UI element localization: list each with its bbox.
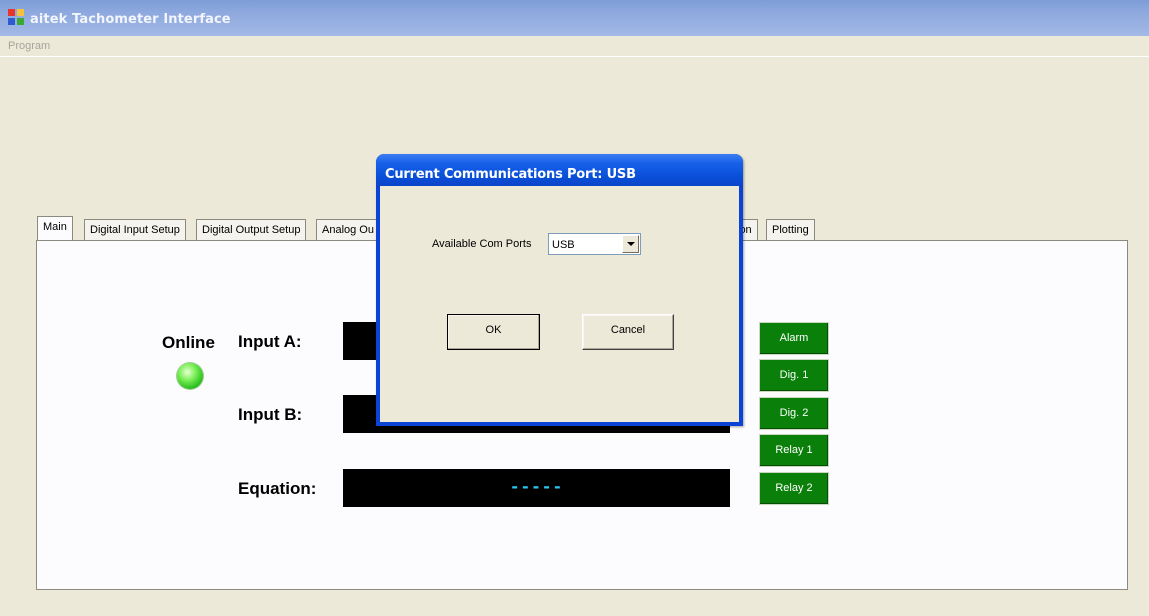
dialog-title: Current Communications Port: USB xyxy=(385,167,636,182)
online-label: Online xyxy=(162,333,215,352)
tab-plotting[interactable]: Plotting xyxy=(766,219,815,241)
app-window-icon xyxy=(8,9,24,25)
dig-1-indicator[interactable]: Dig. 1 xyxy=(759,359,829,392)
com-ports-label: Available Com Ports xyxy=(432,238,532,250)
dialog-body: Available Com Ports USB OK Cancel xyxy=(380,186,739,422)
alarm-indicator[interactable]: Alarm xyxy=(759,322,829,355)
equation-value: ----- xyxy=(509,477,564,496)
com-port-select[interactable]: USB xyxy=(548,233,641,255)
relay-1-indicator[interactable]: Relay 1 xyxy=(759,434,829,467)
tab-digital-input-setup[interactable]: Digital Input Setup xyxy=(84,219,186,241)
menu-bar: Program xyxy=(0,36,1149,56)
com-port-value: USB xyxy=(552,239,575,251)
ok-button[interactable]: OK xyxy=(447,314,540,350)
input-a-label: Input A: xyxy=(238,332,302,351)
chevron-down-icon xyxy=(627,242,635,246)
equation-label: Equation: xyxy=(238,479,317,498)
input-b-label: Input B: xyxy=(238,405,303,424)
tab-main[interactable]: Main xyxy=(37,216,73,240)
menu-item-program[interactable]: Program xyxy=(8,40,50,52)
tab-analog-output[interactable]: Analog Ou xyxy=(316,219,380,241)
window-title: aitek Tachometer Interface xyxy=(30,12,231,27)
menu-separator xyxy=(0,56,1149,57)
relay-2-indicator[interactable]: Relay 2 xyxy=(759,472,829,505)
dropdown-button[interactable] xyxy=(622,235,639,253)
equation-display: ----- xyxy=(343,469,730,507)
green-status-led xyxy=(177,363,203,389)
window-title-bar[interactable]: aitek Tachometer Interface xyxy=(0,0,1149,36)
com-port-dialog: Current Communications Port: USB Availab… xyxy=(376,154,743,426)
dialog-title-bar[interactable]: Current Communications Port: USB xyxy=(376,154,743,186)
tab-digital-output-setup[interactable]: Digital Output Setup xyxy=(196,219,307,241)
dig-2-indicator[interactable]: Dig. 2 xyxy=(759,397,829,430)
cancel-button[interactable]: Cancel xyxy=(582,314,674,350)
